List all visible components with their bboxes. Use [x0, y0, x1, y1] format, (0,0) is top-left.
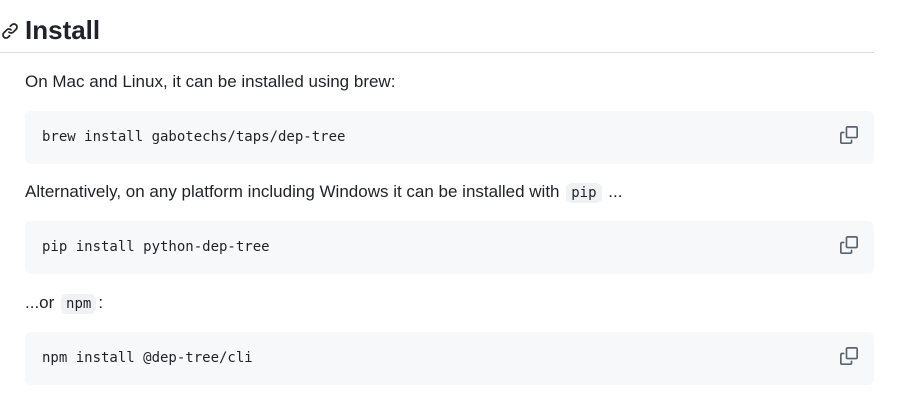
alternative-text-before: Alternatively, on any platform including… — [25, 182, 560, 201]
link-icon[interactable] — [1, 22, 19, 40]
copy-icon — [840, 126, 858, 144]
intro-text: On Mac and Linux, it can be installed us… — [25, 72, 396, 91]
copy-npm-button[interactable] — [838, 345, 860, 367]
or-text: ...or npm: — [25, 292, 103, 315]
alternative-text: Alternatively, on any platform including… — [25, 181, 622, 204]
or-text-after: : — [98, 293, 104, 312]
section-heading: Install — [0, 14, 874, 53]
npm-inline-code: npm — [61, 294, 97, 314]
alternative-text-after: ... — [608, 182, 623, 201]
page-title: Install — [25, 15, 101, 45]
copy-pip-button[interactable] — [838, 234, 860, 256]
copy-brew-button[interactable] — [838, 124, 860, 146]
copy-icon — [840, 236, 858, 254]
npm-code-block: npm install @dep-tree/cli — [25, 332, 874, 385]
pip-command[interactable]: pip install python-dep-tree — [42, 238, 270, 256]
npm-command[interactable]: npm install @dep-tree/cli — [42, 349, 253, 367]
brew-command[interactable]: brew install gabotechs/taps/dep-tree — [42, 128, 345, 146]
pip-code-block: pip install python-dep-tree — [25, 221, 874, 274]
copy-icon — [840, 347, 858, 365]
brew-code-block: brew install gabotechs/taps/dep-tree — [25, 111, 874, 164]
or-text-before: ...or — [25, 293, 55, 312]
pip-inline-code: pip — [566, 183, 602, 203]
